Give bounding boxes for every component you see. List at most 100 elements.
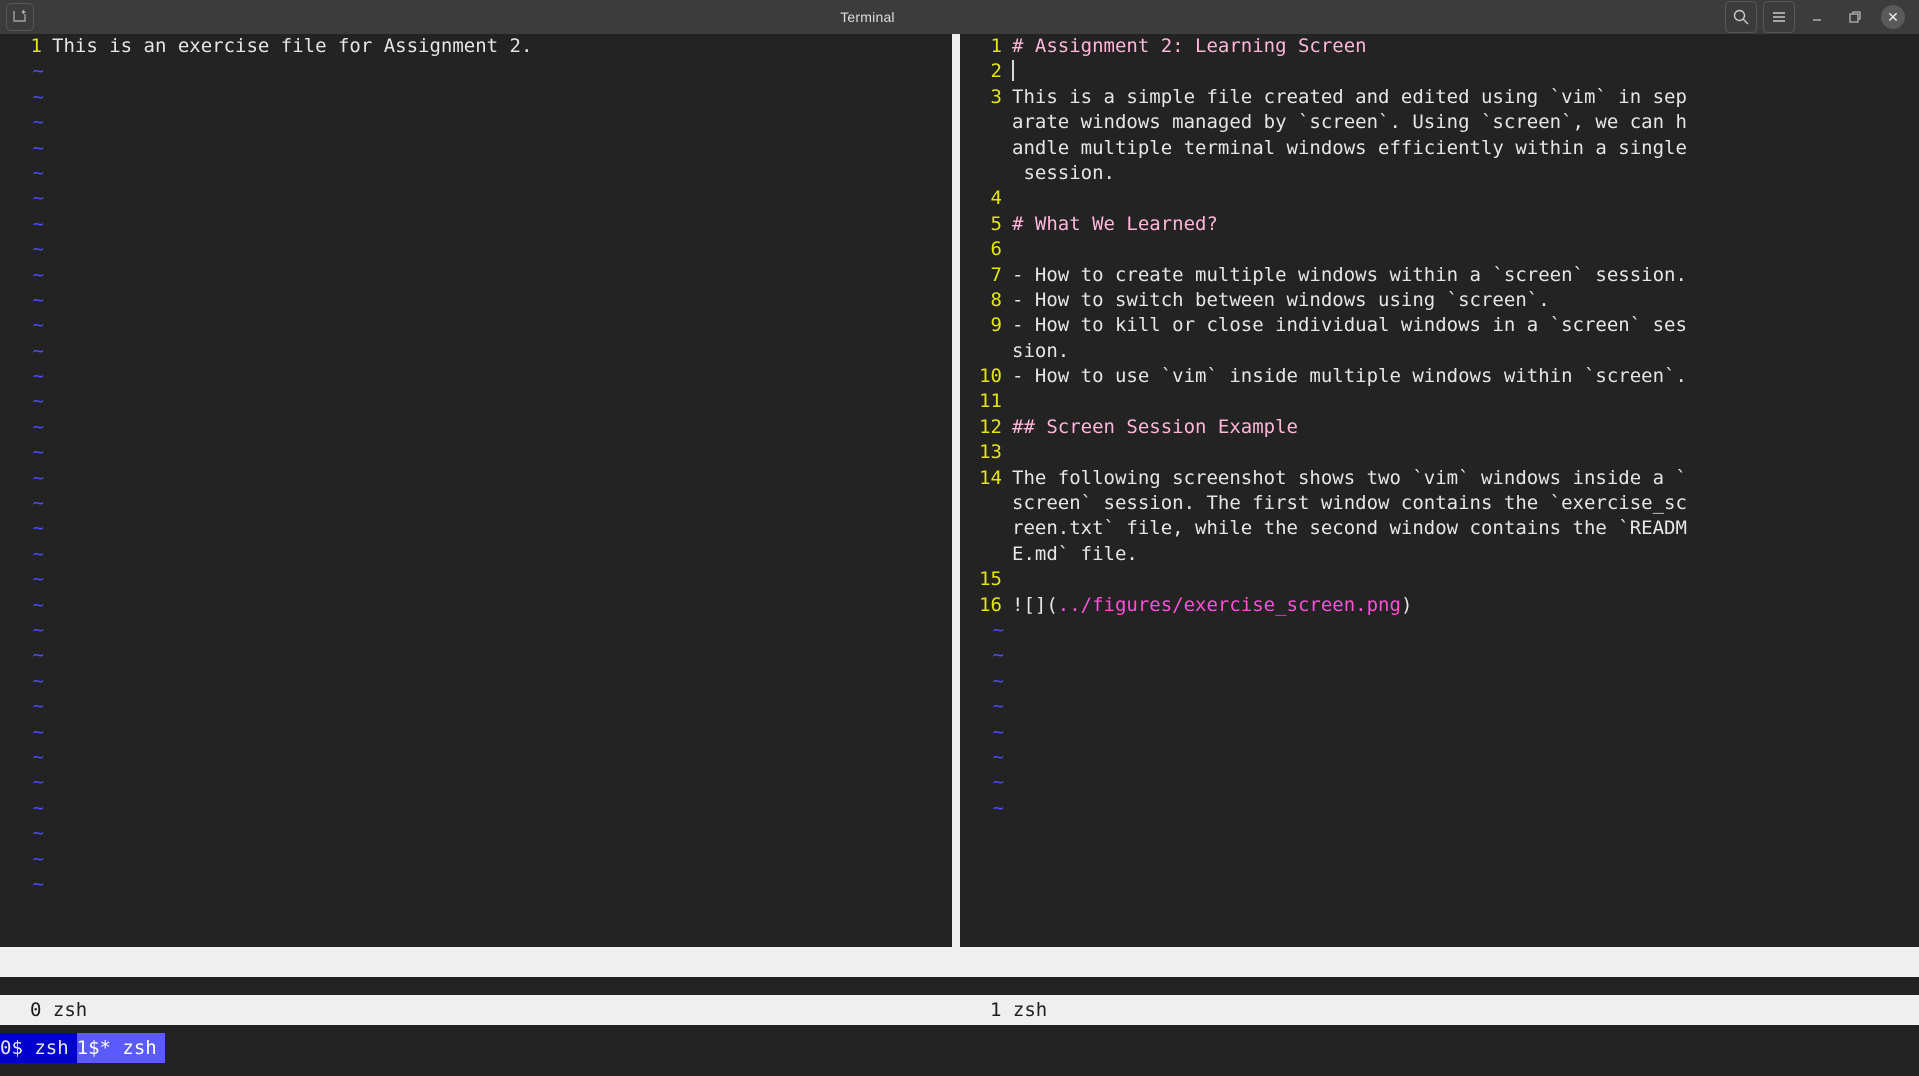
line-text: # Assignment 2: Learning Screen — [1002, 34, 1367, 59]
tilde-icon: ~ — [960, 770, 1004, 795]
editor-line: 6 — [960, 237, 1687, 262]
menu-button[interactable] — [1763, 1, 1795, 33]
tilde-icon: ~ — [0, 872, 44, 897]
markdown-image-url: ../figures/exercise_screen.png — [1058, 594, 1401, 616]
titlebar-controls: ✕ — [1669, 1, 1919, 33]
empty-line-marker: ~ — [0, 415, 532, 440]
hamburger-menu-icon — [1770, 8, 1788, 26]
line-number: 12 — [960, 415, 1002, 440]
line-number — [960, 161, 1002, 186]
new-tab-icon — [13, 10, 27, 24]
empty-line-marker: ~ — [0, 440, 532, 465]
maximize-button[interactable] — [1839, 2, 1871, 32]
vim-statusline-left: <ercise_screen.txt [utf-8][unix] 1,1 All… — [0, 947, 952, 977]
statusline-divider — [952, 947, 960, 977]
empty-line-marker: ~ — [0, 745, 532, 770]
editor-line: andle multiple terminal windows efficien… — [960, 136, 1687, 161]
empty-line-marker: ~ — [0, 466, 532, 491]
empty-line-marker: ~ — [960, 720, 1687, 745]
right-pane-lines: 1# Assignment 2: Learning Screen23This i… — [960, 34, 1687, 821]
line-number: 1 — [0, 34, 42, 59]
empty-line-marker: ~ — [0, 161, 532, 186]
line-text — [1002, 440, 1012, 465]
empty-line-marker: ~ — [0, 872, 532, 897]
tilde-icon: ~ — [0, 389, 44, 414]
terminal-surface[interactable]: ismailhb [ismailhos] ~ 2:4900 1This is a… — [0, 34, 1919, 1076]
tilde-icon: ~ — [0, 847, 44, 872]
empty-line-marker: ~ — [0, 110, 532, 135]
tilde-icon: ~ — [0, 542, 44, 567]
line-number — [960, 136, 1002, 161]
editor-line: 1This is an exercise file for Assignment… — [0, 34, 532, 59]
line-text: The following screenshot shows two `vim`… — [1002, 466, 1687, 491]
editor-line: 4 — [960, 186, 1687, 211]
line-text — [1002, 389, 1012, 414]
editor-line: 3This is a simple file created and edite… — [960, 85, 1687, 110]
tilde-icon: ~ — [0, 643, 44, 668]
screen-window-inactive[interactable]: 0$ zsh — [0, 1033, 77, 1063]
tilde-icon: ~ — [0, 364, 44, 389]
line-text — [1002, 567, 1012, 592]
editor-line: 13 — [960, 440, 1687, 465]
tilde-icon: ~ — [0, 263, 44, 288]
screen-panes: 1This is an exercise file for Assignment… — [0, 34, 1919, 947]
tilde-icon: ~ — [0, 59, 44, 84]
window-title: Terminal — [66, 9, 1669, 25]
tilde-icon: ~ — [0, 288, 44, 313]
line-text: This is an exercise file for Assignment … — [42, 34, 532, 59]
empty-line-marker: ~ — [0, 770, 532, 795]
line-number: 16 — [960, 593, 1002, 618]
tilde-icon: ~ — [0, 415, 44, 440]
line-number: 11 — [960, 389, 1002, 414]
caption-divider — [952, 995, 960, 1025]
vim-pane-left[interactable]: 1This is an exercise file for Assignment… — [0, 34, 952, 947]
screen-caption-right: 1 zsh — [960, 995, 1919, 1025]
new-tab-button[interactable] — [6, 3, 34, 31]
tilde-icon: ~ — [0, 339, 44, 364]
close-button[interactable]: ✕ — [1877, 2, 1909, 32]
line-number: 9 — [960, 313, 1002, 338]
tilde-icon: ~ — [960, 745, 1004, 770]
screen-window-list[interactable]: 0$ zsh1$* zsh — [0, 1033, 1919, 1063]
tilde-icon: ~ — [0, 593, 44, 618]
empty-line-marker: ~ — [0, 59, 532, 84]
editor-line: screen` session. The first window contai… — [960, 491, 1687, 516]
empty-line-marker: ~ — [0, 542, 532, 567]
line-number: 4 — [960, 186, 1002, 211]
screen-window-active[interactable]: 1$* zsh — [77, 1033, 165, 1063]
line-number: 3 — [960, 85, 1002, 110]
tilde-icon: ~ — [0, 136, 44, 161]
line-text: This is a simple file created and edited… — [1002, 85, 1687, 110]
markdown-heading: # Assignment 2: Learning Screen — [1012, 35, 1367, 57]
line-text: andle multiple terminal windows efficien… — [1002, 136, 1687, 161]
tilde-icon: ~ — [0, 770, 44, 795]
tilde-icon: ~ — [960, 796, 1004, 821]
line-number — [960, 491, 1002, 516]
vim-pane-right[interactable]: 1# Assignment 2: Learning Screen23This i… — [960, 34, 1919, 947]
empty-line-marker: ~ — [960, 618, 1687, 643]
empty-line-marker: ~ — [0, 186, 532, 211]
tilde-icon: ~ — [0, 745, 44, 770]
editor-line: reen.txt` file, while the second window … — [960, 516, 1687, 541]
screen-caption-left: 0 zsh — [0, 995, 952, 1025]
empty-line-marker: ~ — [0, 847, 532, 872]
empty-line-marker: ~ — [0, 263, 532, 288]
caption-gap — [0, 977, 1919, 995]
line-number: 2 — [960, 59, 1002, 84]
text-cursor — [1012, 60, 1014, 81]
tilde-icon: ~ — [960, 643, 1004, 668]
minimize-icon — [1809, 9, 1825, 25]
line-number: 14 — [960, 466, 1002, 491]
empty-line-marker: ~ — [960, 745, 1687, 770]
bottom-fill — [0, 1063, 1919, 1076]
empty-line-marker: ~ — [960, 796, 1687, 821]
line-text: # What We Learned? — [1002, 212, 1218, 237]
line-text — [1002, 186, 1012, 211]
empty-line-marker: ~ — [0, 136, 532, 161]
line-number: 6 — [960, 237, 1002, 262]
empty-line-marker: ~ — [0, 694, 532, 719]
search-button[interactable] — [1725, 1, 1757, 33]
line-number: 13 — [960, 440, 1002, 465]
minimize-button[interactable] — [1801, 2, 1833, 32]
line-text: screen` session. The first window contai… — [1002, 491, 1687, 516]
